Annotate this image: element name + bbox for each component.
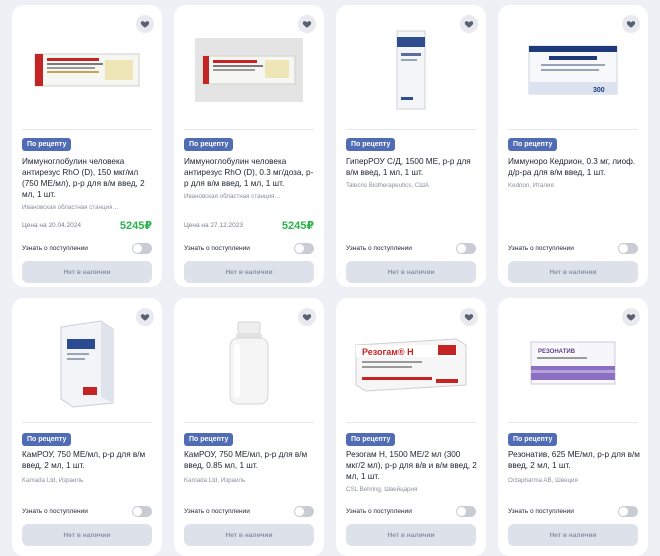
notify-label: Узнать о поступлении (184, 244, 250, 252)
product-card[interactable]: По рецепту Иммуноглобулин человека антир… (174, 5, 324, 287)
product-maker: Octapharma AB, Швеция (508, 477, 578, 484)
product-maker: Talecris Biotherapeutics, США (346, 182, 430, 189)
prescription-badge: По рецепту (22, 138, 72, 151)
product-card[interactable]: По рецепту КамРОУ, 750 МЕ/мл, р-р для в/… (174, 298, 324, 556)
notify-row: Узнать о поступлении (346, 505, 476, 517)
product-name[interactable]: Резогам Н, 1500 МЕ/2 мл (300 мкг/2 мл), … (346, 449, 478, 482)
product-maker: Kamada Ltd, Израиль (22, 477, 84, 484)
out-of-stock-button[interactable]: Нет в наличии (22, 524, 152, 546)
notify-toggle[interactable] (618, 505, 638, 517)
product-image[interactable]: РЕЗОНАТИВ (498, 308, 648, 418)
product-image[interactable]: 300 (498, 15, 648, 125)
prescription-badge: По рецепту (346, 433, 396, 446)
box-brand-text: РЕЗОНАТИВ (538, 349, 576, 355)
out-of-stock-button[interactable]: Нет в наличии (184, 524, 314, 546)
notify-label: Узнать о поступлении (22, 507, 88, 515)
notify-toggle[interactable] (456, 505, 476, 517)
notify-label: Узнать о поступлении (22, 244, 88, 252)
notify-toggle[interactable] (456, 242, 476, 254)
product-card[interactable]: По рецепту ГиперРОУ С/Д, 1500 МЕ, р-р дл… (336, 5, 486, 287)
card-divider (22, 129, 152, 130)
notify-label: Узнать о поступлении (184, 507, 250, 515)
product-name[interactable]: Иммуноглобулин человека антирезус RhO (D… (184, 156, 316, 189)
product-card[interactable]: По рецепту Иммуноглобулин человека антир… (12, 5, 162, 287)
prescription-badge: По рецепту (508, 433, 558, 446)
notify-toggle[interactable] (132, 505, 152, 517)
notify-toggle[interactable] (132, 242, 152, 254)
card-divider (508, 129, 638, 130)
price-date: Цена на 20.04.2024 (22, 222, 81, 229)
product-name[interactable]: Иммуноро Кедрион, 0.3 мг, лиоф. д/р-ра д… (508, 156, 640, 178)
out-of-stock-button[interactable]: Нет в наличии (22, 261, 152, 283)
product-maker: Kedrion, Италия (508, 182, 554, 189)
product-price: 5245₽ (281, 220, 314, 232)
notify-row: Узнать о поступлении (22, 505, 152, 517)
product-image[interactable]: Резогам® Н (336, 308, 486, 418)
product-card[interactable]: РЕЗОНАТИВ По рецепту Резонатив, 625 МЕ/м… (498, 298, 648, 556)
card-divider (346, 129, 476, 130)
out-of-stock-button[interactable]: Нет в наличии (346, 524, 476, 546)
notify-row: Узнать о поступлении (184, 505, 314, 517)
product-image[interactable] (174, 308, 324, 418)
out-of-stock-button[interactable]: Нет в наличии (346, 261, 476, 283)
notify-label: Узнать о поступлении (346, 507, 412, 515)
card-divider (184, 422, 314, 423)
product-image[interactable] (174, 15, 324, 125)
out-of-stock-button[interactable]: Нет в наличии (508, 524, 638, 546)
product-maker: Ивановская областная станция… (184, 193, 281, 200)
product-image[interactable] (12, 308, 162, 418)
notify-row: Узнать о поступлении (508, 505, 638, 517)
card-divider (346, 422, 476, 423)
product-price: 5245₽ (119, 220, 152, 232)
product-name[interactable]: ГиперРОУ С/Д, 1500 МЕ, р-р для в/м введ,… (346, 156, 478, 178)
card-divider (184, 129, 314, 130)
notify-toggle[interactable] (618, 242, 638, 254)
out-of-stock-button[interactable]: Нет в наличии (508, 261, 638, 283)
notify-label: Узнать о поступлении (346, 244, 412, 252)
prescription-badge: По рецепту (184, 433, 234, 446)
card-divider (508, 422, 638, 423)
product-name[interactable]: Иммуноглобулин человека антирезус RhO (D… (22, 156, 154, 200)
product-image[interactable] (336, 15, 486, 125)
product-maker: Kamada Ltd, Израиль (184, 477, 246, 484)
notify-label: Узнать о поступлении (508, 507, 574, 515)
card-divider (22, 422, 152, 423)
product-maker: CSL Behring, Швейцария (346, 486, 418, 493)
product-name[interactable]: КамРОУ, 750 МЕ/мл, р-р для в/м введ, 2 м… (22, 449, 154, 471)
product-name[interactable]: КамРОУ, 750 МЕ/мл, р-р для в/м введ, 0.8… (184, 449, 316, 471)
prescription-badge: По рецепту (22, 433, 72, 446)
price-date: Цена на 27.12.2023 (184, 222, 243, 229)
notify-toggle[interactable] (294, 242, 314, 254)
notify-label: Узнать о поступлении (508, 244, 574, 252)
box-brand-text: Резогам® Н (362, 347, 414, 357)
notify-toggle[interactable] (294, 505, 314, 517)
product-image[interactable] (12, 15, 162, 125)
prescription-badge: По рецепту (184, 138, 234, 151)
out-of-stock-button[interactable]: Нет в наличии (184, 261, 314, 283)
product-name[interactable]: Резонатив, 625 МЕ/мл, р-р для в/м введ, … (508, 449, 640, 471)
notify-row: Узнать о поступлении (508, 242, 638, 254)
product-grid: По рецепту Иммуноглобулин человека антир… (0, 0, 660, 556)
product-card[interactable]: По рецепту КамРОУ, 750 МЕ/мл, р-р для в/… (12, 298, 162, 556)
product-card[interactable]: Резогам® Н По рецепту Резогам Н, 1500 МЕ… (336, 298, 486, 556)
prescription-badge: По рецепту (508, 138, 558, 151)
notify-row: Узнать о поступлении (22, 242, 152, 254)
notify-row: Узнать о поступлении (184, 242, 314, 254)
prescription-badge: По рецепту (346, 138, 396, 151)
product-maker: Ивановская областная станция… (22, 204, 119, 211)
product-card[interactable]: 300 По рецепту Иммуноро Кедрион, 0.3 мг,… (498, 5, 648, 287)
box-dose-text: 300 (593, 87, 605, 94)
notify-row: Узнать о поступлении (346, 242, 476, 254)
